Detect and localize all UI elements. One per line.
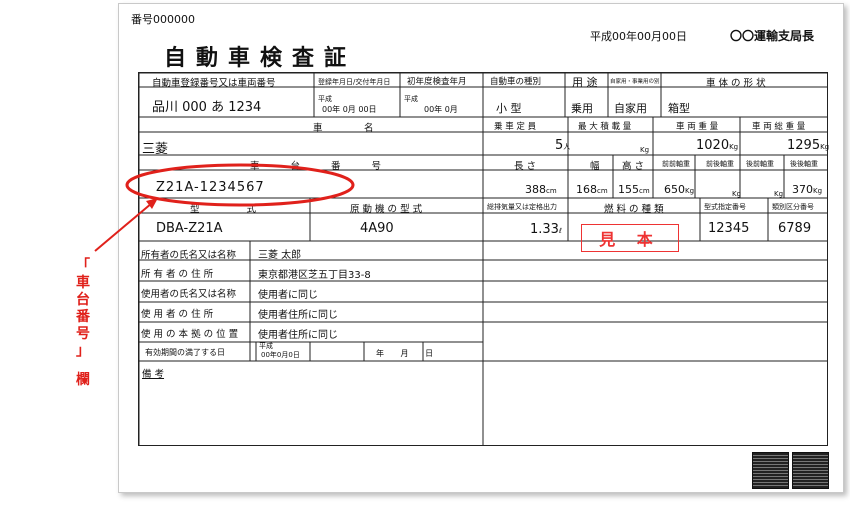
annotation-arrow-line [94, 202, 153, 252]
annotation-overlay [94, 163, 355, 252]
chassis-number-callout: 「 車 台 番 号 」 欄 [76, 258, 90, 388]
chassis-highlight-ellipse [125, 163, 355, 207]
